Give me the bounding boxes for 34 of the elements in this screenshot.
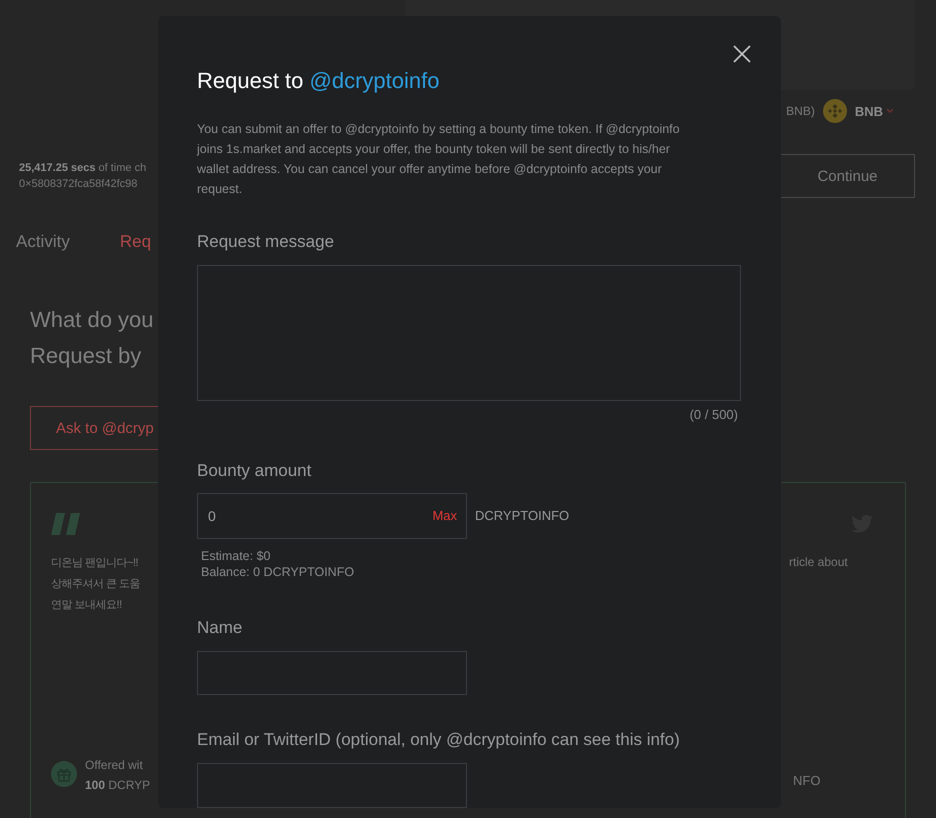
gift-icon: [51, 761, 77, 787]
character-counter: (0 / 500): [690, 406, 738, 422]
balance-text: Balance: 0 DCRYPTOINFO: [201, 564, 354, 580]
field-label: Email or TwitterID (optional, only @dcryptoinfo can see this info): [197, 730, 680, 750]
dialog-title: Request to @dcryptoinfo: [197, 67, 440, 95]
message-field[interactable]: [197, 265, 741, 401]
tweet-text: rticle about: [789, 555, 848, 569]
section-heading: Request by: [30, 342, 142, 370]
max-button[interactable]: Max: [432, 508, 457, 523]
close-icon[interactable]: [733, 45, 751, 63]
field-label: Bounty amount: [197, 460, 312, 481]
offer-amount: NFO: [793, 773, 820, 788]
quote-text: 디온님 팬입니다~!!: [51, 556, 140, 570]
section-heading: What do you: [30, 306, 155, 334]
quote-text: 상해주셔서 큰 도움: [51, 577, 142, 591]
token-label: DCRYPTOINFO: [475, 508, 570, 524]
quote-text: 연말 보내세요!!: [51, 598, 123, 612]
dialog-description: You can submit an offer to @dcryptoinfo by setting a bounty time token. If @dcryptoinfo joins 1s.market and accepts your offer, the bounty token will be sent directly to his/her wallet address. You can cancel your offer anytime before @dcryptoinfo accepts your request.: [197, 121, 681, 198]
caret-icon: [886, 108, 894, 114]
tab[interactable]: Req: [120, 232, 152, 252]
quote-icon: [51, 513, 81, 535]
coin-icon: [822, 99, 847, 123]
field-label: Name: [197, 618, 242, 638]
currency-select[interactable]: BNB: [854, 104, 894, 118]
wallet-address: 0×5808372fca58f42fc98: [19, 178, 138, 190]
estimate-text: Estimate: $0: [201, 548, 272, 564]
currency-label: BNB): [786, 104, 815, 118]
offer-label: Offered wit: [85, 758, 144, 772]
tab[interactable]: Activity: [16, 232, 70, 252]
time-stat: 25,417.25 secs of time ch: [19, 162, 146, 174]
name-field[interactable]: [197, 650, 467, 696]
offer-amount: 100 DCRYP: [85, 778, 150, 792]
field-label: Request message: [197, 232, 334, 252]
email-field[interactable]: [197, 763, 467, 808]
